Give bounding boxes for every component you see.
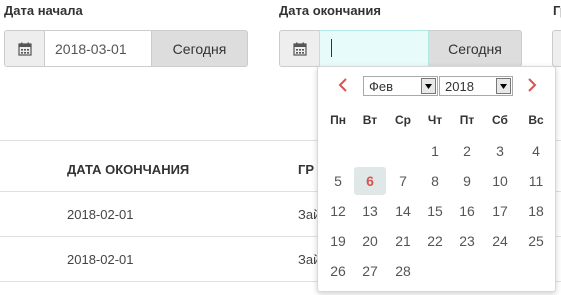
start-date-input[interactable] (44, 30, 152, 67)
text-cursor (331, 39, 332, 57)
weekday-label: Вт (362, 113, 378, 127)
calendar-day[interactable]: 22 (419, 227, 451, 255)
calendar-day-today[interactable]: 6 (354, 167, 386, 195)
datepicker-popup: Фев 2018 Пн Вт Ср Чт Пт Сб Вс 1 2 3 4 5 6 7 8 9 10 11 12 1… (317, 66, 556, 292)
group-filter-addon[interactable] (552, 30, 561, 67)
month-select-value: Фев (369, 78, 394, 94)
calendar-day[interactable]: 18 (520, 197, 552, 225)
calendar-day[interactable]: 20 (354, 227, 386, 255)
weekday-label: Вс (528, 113, 544, 127)
year-select-value: 2018 (445, 78, 474, 94)
calendar-day[interactable]: 4 (520, 137, 552, 165)
calendar-day[interactable]: 5 (322, 167, 354, 195)
weekday-label: Пн (330, 113, 346, 127)
weekday-label: Пт (459, 113, 475, 127)
calendar-day[interactable]: 16 (451, 197, 483, 225)
calendar-day[interactable]: 13 (354, 197, 386, 225)
calendar-day[interactable]: 2 (451, 137, 483, 165)
calendar-icon (17, 42, 32, 56)
weekday-label: Чт (427, 113, 443, 127)
calendar-day[interactable]: 27 (354, 257, 386, 285)
start-date-group: Сегодня (4, 30, 248, 67)
calendar-day[interactable]: 12 (322, 197, 354, 225)
month-select[interactable]: Фев (363, 76, 438, 96)
calendar-day[interactable]: 15 (419, 197, 451, 225)
calendar-day[interactable]: 28 (387, 257, 419, 285)
calendar-day[interactable]: 11 (520, 167, 552, 195)
weekday-label: Ср (395, 113, 411, 127)
calendar-day[interactable]: 26 (322, 257, 354, 285)
dropdown-arrow-icon (496, 78, 511, 94)
start-date-label: Дата начала (4, 3, 83, 18)
weekday-label: Сб (492, 113, 508, 127)
table-row-1-end-date: 2018-02-01 (67, 207, 134, 222)
calendar-day[interactable]: 7 (387, 167, 419, 195)
column-header-group[interactable]: ГР (298, 162, 314, 177)
column-header-end-date[interactable]: ДАТА ОКОНЧАНИЯ (67, 162, 189, 177)
calendar-icon (292, 42, 307, 56)
end-calendar-button[interactable] (279, 30, 319, 67)
end-date-input[interactable] (319, 30, 429, 67)
end-date-label: Дата окончания (279, 3, 381, 18)
calendar-day[interactable]: 23 (451, 227, 483, 255)
chevron-right-icon[interactable] (525, 77, 539, 93)
calendar-day[interactable]: 24 (484, 227, 516, 255)
calendar-day[interactable]: 21 (387, 227, 419, 255)
end-date-group: Сегодня (279, 30, 522, 67)
calendar-day[interactable]: 17 (484, 197, 516, 225)
year-select[interactable]: 2018 (439, 76, 513, 96)
calendar-day[interactable]: 3 (484, 137, 516, 165)
calendar-day[interactable]: 9 (451, 167, 483, 195)
table-row-2-end-date: 2018-02-01 (67, 252, 134, 267)
calendar-day[interactable]: 10 (484, 167, 516, 195)
start-calendar-button[interactable] (4, 30, 44, 67)
start-today-button[interactable]: Сегодня (152, 30, 248, 67)
calendar-day[interactable]: 19 (322, 227, 354, 255)
calendar-day[interactable]: 1 (419, 137, 451, 165)
dropdown-arrow-icon (421, 78, 436, 94)
calendar-day[interactable]: 25 (520, 227, 552, 255)
group-filter-label: Гр (553, 3, 561, 18)
calendar-day[interactable]: 8 (419, 167, 451, 195)
end-today-button[interactable]: Сегодня (429, 30, 522, 67)
chevron-left-icon[interactable] (336, 77, 350, 93)
calendar-day[interactable]: 14 (387, 197, 419, 225)
